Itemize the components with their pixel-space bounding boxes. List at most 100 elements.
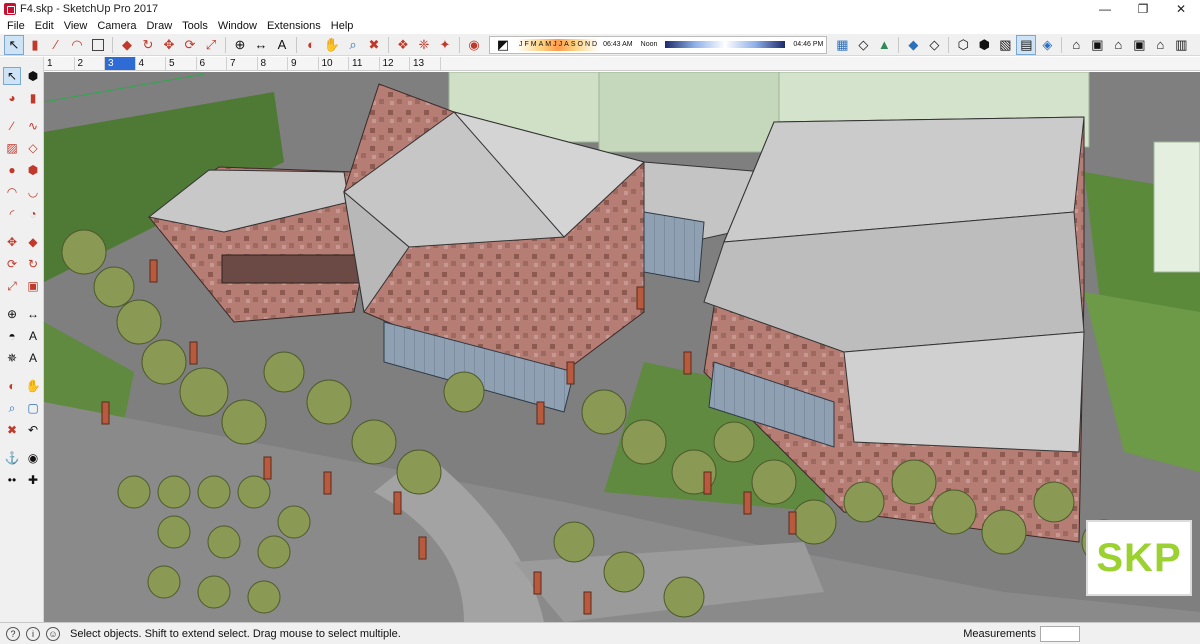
scene-tab[interactable]: 10 — [319, 57, 349, 70]
warehouse-icon[interactable]: ❖ — [393, 35, 413, 55]
rotate-tool-icon[interactable]: ⟳ — [180, 35, 200, 55]
follow-me-tool-icon[interactable]: ↻ — [138, 35, 158, 55]
arc-tool-icon[interactable]: ◠ — [67, 35, 87, 55]
menu-draw[interactable]: Draw — [141, 18, 177, 34]
menu-help[interactable]: Help — [326, 18, 359, 34]
text-tool-icon[interactable]: A — [272, 35, 292, 55]
scene-tab[interactable]: 11 — [349, 57, 380, 70]
maximize-button[interactable]: ❐ — [1124, 0, 1162, 18]
month-slider[interactable]: J F M A M J J A S O N D — [517, 38, 600, 51]
scale-tool-icon[interactable]: ⤢ — [201, 35, 221, 55]
push-pull-tool-icon[interactable]: ◆ — [24, 233, 42, 251]
offset-tool-icon[interactable]: ▣ — [24, 277, 42, 295]
credits-icon[interactable]: i — [26, 626, 40, 641]
eraser-tool-icon[interactable]: ▮ — [24, 89, 42, 107]
scene-tab[interactable]: 9 — [288, 57, 319, 70]
zoom-tool-icon[interactable]: ⌕ — [3, 399, 21, 417]
extension-warehouse-icon[interactable]: ✦ — [435, 35, 455, 55]
scene-tab[interactable]: 5 — [166, 57, 197, 70]
walk-tool-icon[interactable]: •• — [3, 471, 21, 489]
orbit-tool-icon[interactable]: ◐ — [301, 35, 321, 55]
scene-tab[interactable]: 8 — [258, 57, 288, 70]
menu-tools[interactable]: Tools — [177, 18, 213, 34]
hidden-line-style-icon[interactable]: ⬢ — [974, 35, 994, 55]
pie-tool-icon[interactable]: ◔ — [24, 205, 42, 223]
push-pull-tool-icon[interactable]: ◆ — [117, 35, 137, 55]
wireframe-style-icon[interactable]: ⬡ — [953, 35, 973, 55]
eraser-tool-icon[interactable]: ▮ — [25, 35, 45, 55]
scene-tab[interactable]: 1 — [44, 57, 75, 70]
three-point-arc-icon[interactable]: ◜ — [3, 205, 21, 223]
shaded-textures-style-icon[interactable]: ▤ — [1016, 34, 1037, 55]
model-viewport[interactable]: SKP — [44, 72, 1200, 622]
3d-text-tool-icon[interactable]: A — [24, 349, 42, 367]
position-camera-icon[interactable]: ⚓ — [3, 449, 21, 467]
scene-tab[interactable]: 12 — [380, 57, 410, 70]
geo-location-icon[interactable]: ? — [6, 626, 20, 641]
zoom-extents-tool-icon[interactable]: ✖ — [364, 35, 384, 55]
orbit-tool-icon[interactable]: ◐ — [3, 377, 21, 395]
circle-tool-icon[interactable]: ● — [3, 161, 21, 179]
freehand-tool-icon[interactable]: ∿ — [24, 117, 42, 135]
scene-tab[interactable]: 13 — [410, 57, 441, 70]
make-component-icon[interactable]: ⬢ — [24, 67, 42, 85]
pan-tool-icon[interactable]: ✋ — [322, 35, 342, 55]
zoom-extents-icon[interactable]: ✖ — [3, 421, 21, 439]
menu-file[interactable]: File — [2, 18, 30, 34]
dimension-tool-icon[interactable]: ↔ — [24, 305, 42, 323]
shaded-style-icon[interactable]: ▧ — [995, 35, 1015, 55]
previous-view-icon[interactable]: ↶ — [24, 421, 42, 439]
rectangle-tool-icon[interactable]: ▨ — [3, 139, 21, 157]
move-tool-icon[interactable]: ✥ — [3, 233, 21, 251]
tape-measure-icon[interactable]: ⊕ — [3, 305, 21, 323]
menu-extensions[interactable]: Extensions — [262, 18, 326, 34]
monochrome-style-icon[interactable]: ◈ — [1037, 35, 1057, 55]
line-tool-icon[interactable]: ∕ — [46, 35, 66, 55]
zoom-tool-icon[interactable]: ⌕ — [343, 35, 363, 55]
protractor-tool-icon[interactable]: ◓ — [3, 327, 21, 345]
menu-camera[interactable]: Camera — [92, 18, 141, 34]
rotate-tool-icon[interactable]: ⟳ — [3, 255, 21, 273]
scene-tab[interactable]: 7 — [227, 57, 258, 70]
rectangle-tool-icon[interactable] — [88, 35, 108, 55]
time-slider[interactable]: 06:43 AM Noon 04:46 PM — [603, 41, 823, 48]
section-plane-icon[interactable]: ▦ — [832, 35, 852, 55]
text-tool-icon[interactable]: A — [24, 327, 42, 345]
iso-view-icon[interactable]: ⌂ — [1066, 35, 1086, 55]
move-tool-icon[interactable]: ✥ — [159, 35, 179, 55]
menu-edit[interactable]: Edit — [30, 18, 59, 34]
scale-tool-icon[interactable]: ⤢ — [3, 277, 21, 295]
menu-window[interactable]: Window — [213, 18, 262, 34]
section-cut-icon[interactable]: ▲ — [874, 35, 894, 55]
left-view-icon[interactable]: ▥ — [1171, 35, 1191, 55]
measurements-input[interactable] — [1040, 625, 1080, 642]
back-view-icon[interactable]: ⌂ — [1150, 35, 1170, 55]
rotated-rectangle-icon[interactable]: ◇ — [24, 139, 42, 157]
tape-measure-tool-icon[interactable]: ⊕ — [230, 35, 250, 55]
shadows-toggle-icon[interactable]: ◩ — [493, 35, 513, 55]
look-around-icon[interactable]: ◉ — [24, 449, 42, 467]
section-display-icon[interactable]: ◇ — [853, 35, 873, 55]
top-view-icon[interactable]: ▣ — [1087, 35, 1107, 55]
polygon-tool-icon[interactable]: ⬢ — [24, 161, 42, 179]
two-point-arc-icon[interactable]: ◡ — [24, 183, 42, 201]
arc-tool-icon[interactable]: ◠ — [3, 183, 21, 201]
menu-view[interactable]: View — [59, 18, 93, 34]
scene-tab-active[interactable]: 3 — [105, 57, 136, 70]
select-tool-icon[interactable]: ↖ — [3, 67, 21, 85]
select-tool-icon[interactable]: ↖ — [4, 34, 24, 55]
back-edges-style-icon[interactable]: ◇ — [924, 35, 944, 55]
ruby-console-icon[interactable]: ◉ — [464, 35, 484, 55]
dimension-tool-icon[interactable]: ↔ — [251, 35, 271, 55]
scene-tab[interactable]: 2 — [75, 57, 105, 70]
paint-bucket-icon[interactable]: ◕ — [3, 89, 21, 107]
components-icon[interactable]: ❈ — [414, 35, 434, 55]
axes-tool-icon[interactable]: ✵ — [3, 349, 21, 367]
close-button[interactable]: ✕ — [1162, 0, 1200, 18]
right-view-icon[interactable]: ▣ — [1129, 35, 1149, 55]
follow-me-tool-icon[interactable]: ↻ — [24, 255, 42, 273]
section-plane-icon[interactable]: ✚ — [24, 471, 42, 489]
minimize-button[interactable]: — — [1086, 0, 1124, 18]
front-view-icon[interactable]: ⌂ — [1108, 35, 1128, 55]
user-account-icon[interactable]: ☺ — [46, 626, 60, 641]
